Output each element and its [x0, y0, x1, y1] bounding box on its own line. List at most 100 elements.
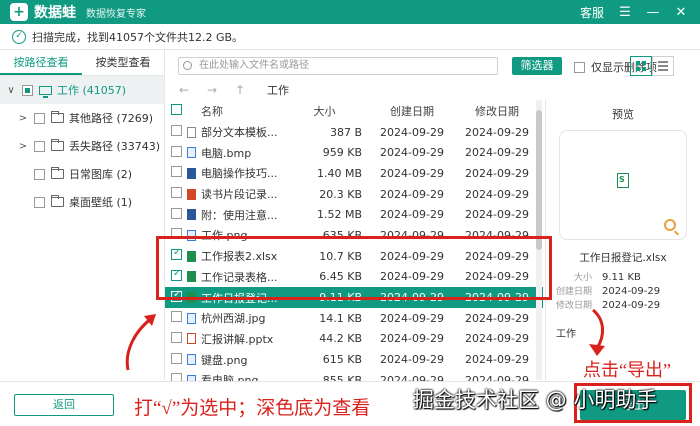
meta-size: 9.11 KB [602, 272, 641, 283]
file-name: 部分文本模板... [201, 126, 277, 140]
preview-thumbnail [559, 130, 687, 240]
check-circle-icon: ✓ [12, 29, 26, 44]
file-checkbox[interactable] [171, 125, 182, 137]
back-button[interactable]: 返回 [14, 394, 114, 416]
meta-created: 2024-09-29 [602, 286, 661, 297]
instruction-annotation: 打“√”为选中；深色底为查看 [134, 398, 371, 419]
tree-item-checkbox[interactable] [34, 196, 45, 208]
file-row[interactable]: 电脑操作技巧... 1.40 MB 2024-09-29 2024-09-29 [165, 163, 543, 184]
file-modified: 2024-09-29 [465, 166, 529, 180]
file-checkbox[interactable] [171, 352, 182, 364]
search-input[interactable]: 在此处输入文件名或路径 [178, 57, 498, 75]
tree-item-daily-gallery[interactable]: 日常图库 (2) [0, 160, 164, 188]
service-button[interactable]: 客服 [580, 4, 604, 21]
tree-item-lost-paths[interactable]: > 丢失路径 (33743) [0, 132, 164, 160]
doc-file-icon [187, 209, 196, 221]
file-size: 14.1 KB [319, 311, 362, 325]
tree-item-checkbox[interactable] [34, 112, 45, 124]
scrollbar-thumb[interactable] [536, 110, 542, 250]
col-created[interactable]: 创建日期 [372, 103, 452, 119]
file-size: 1.40 MB [316, 166, 362, 180]
col-size[interactable]: 大小 [277, 103, 372, 119]
file-row[interactable]: 电脑.bmp 959 KB 2024-09-29 2024-09-29 [165, 142, 543, 163]
pdf-file-icon [187, 188, 196, 200]
chevron-right-icon[interactable]: > [18, 141, 28, 152]
file-created: 2024-09-29 [380, 332, 444, 346]
file-size: 44.2 KB [319, 332, 362, 346]
only-deleted-checkbox[interactable] [574, 61, 585, 73]
file-modified: 2024-09-29 [465, 332, 529, 346]
file-size: 855 KB [322, 373, 362, 381]
forward-arrow-icon[interactable]: → [203, 83, 221, 97]
list-view-icon[interactable] [652, 56, 674, 76]
col-name[interactable]: 名称 [187, 103, 277, 119]
zoom-icon[interactable] [664, 219, 676, 231]
tree-item-label: 其他路径 (7269) [69, 112, 154, 125]
logo-icon: + [10, 3, 28, 21]
breadcrumb: 工作 [267, 84, 289, 97]
grid-view-icon[interactable] [630, 56, 652, 76]
file-name: 看电脑.png [201, 374, 259, 381]
drive-icon [39, 85, 52, 98]
tree-item-checkbox[interactable] [34, 168, 45, 180]
root-checkbox[interactable] [22, 84, 33, 96]
file-name: 电脑.bmp [201, 146, 252, 160]
menu-icon[interactable]: ☰ [618, 5, 632, 20]
file-row[interactable]: 附：使用注意... 1.52 MB 2024-09-29 2024-09-29 [165, 204, 543, 225]
minimize-icon[interactable]: — [646, 5, 660, 20]
file-row[interactable]: 杭州西湖.jpg 14.1 KB 2024-09-29 2024-09-29 [165, 308, 543, 329]
file-size: 1.52 MB [316, 208, 362, 222]
file-name: 读书片段记录... [201, 188, 277, 202]
col-modified[interactable]: 修改日期 [452, 103, 542, 119]
preview-panel: 预览 工作日报登记.xlsx 大小9.11 KB 创建日期2024-09-29 … [545, 100, 700, 380]
app-logo: + 数据蛙 [10, 2, 76, 22]
file-checkbox[interactable] [171, 187, 182, 199]
meta-key: 大小 [573, 273, 592, 283]
close-icon[interactable]: ✕ [674, 5, 688, 20]
file-checkbox[interactable] [171, 331, 182, 343]
tree-item-other-paths[interactable]: > 其他路径 (7269) [0, 104, 164, 132]
preview-meta: 大小 9.11 KB 创建日期 2024-09-29 修改日期 2024-09-29 [546, 271, 700, 313]
file-created: 2024-09-29 [380, 125, 444, 139]
up-arrow-icon[interactable]: ↑ [231, 83, 249, 97]
file-created: 2024-09-29 [380, 146, 444, 160]
annotation-arrow-export [589, 308, 605, 356]
file-size: 959 KB [322, 146, 362, 160]
annotation-arrow-left [125, 314, 156, 371]
file-modified: 2024-09-29 [465, 353, 529, 367]
preview-title: 预览 [612, 108, 634, 121]
file-checkbox[interactable] [171, 311, 182, 323]
chevron-right-icon[interactable]: > [18, 113, 28, 124]
scan-status: ✓ 扫描完成，找到41057个文件共12.2 GB。 [0, 24, 700, 50]
select-all-checkbox[interactable] [171, 104, 182, 116]
file-row[interactable]: 汇报讲解.pptx 44.2 KB 2024-09-29 2024-09-29 [165, 329, 543, 350]
tab-by-type[interactable]: 按类型查看 [82, 50, 164, 75]
file-modified: 2024-09-29 [465, 208, 529, 222]
file-created: 2024-09-29 [380, 166, 444, 180]
file-row[interactable]: 部分文本模板... 387 B 2024-09-29 2024-09-29 [165, 122, 543, 143]
file-list-header: 名称 大小 创建日期 修改日期 [165, 101, 543, 122]
file-row[interactable]: 读书片段记录... 20.3 KB 2024-09-29 2024-09-29 [165, 184, 543, 205]
file-checkbox[interactable] [171, 145, 182, 157]
tab-by-path[interactable]: 按路径查看 [0, 50, 82, 75]
tree-item-checkbox[interactable] [34, 140, 45, 152]
file-created: 2024-09-29 [380, 353, 444, 367]
tree-item-wallpaper[interactable]: 桌面壁纸 (1) [0, 188, 164, 216]
back-arrow-icon[interactable]: ← [175, 83, 193, 97]
app-subtitle: 数据恢复专家 [86, 8, 146, 20]
meta-key: 创建日期 [556, 287, 593, 297]
tree-root[interactable]: ∨ 工作 (41057) [0, 76, 164, 104]
tree-root-label: 工作 (41057) [57, 84, 127, 97]
file-checkbox[interactable] [171, 373, 182, 381]
preview-location: 工作 [556, 329, 576, 340]
file-checkbox[interactable] [171, 166, 182, 178]
file-name: 附：使用注意... [201, 208, 277, 222]
watermark: 掘金技术社区 @ 小明助手 [413, 388, 658, 412]
file-row[interactable]: 键盘.png 615 KB 2024-09-29 2024-09-29 [165, 349, 543, 370]
search-placeholder: 在此处输入文件名或路径 [199, 60, 309, 71]
file-row[interactable]: 看电脑.png 855 KB 2024-09-29 2024-09-29 [165, 370, 543, 381]
filter-button[interactable]: 筛选器 [512, 57, 562, 75]
title-bar: + 数据蛙 数据恢复专家 客服 ☰ — ✕ [0, 0, 700, 24]
chevron-down-icon[interactable]: ∨ [6, 85, 16, 96]
file-checkbox[interactable] [171, 207, 182, 219]
